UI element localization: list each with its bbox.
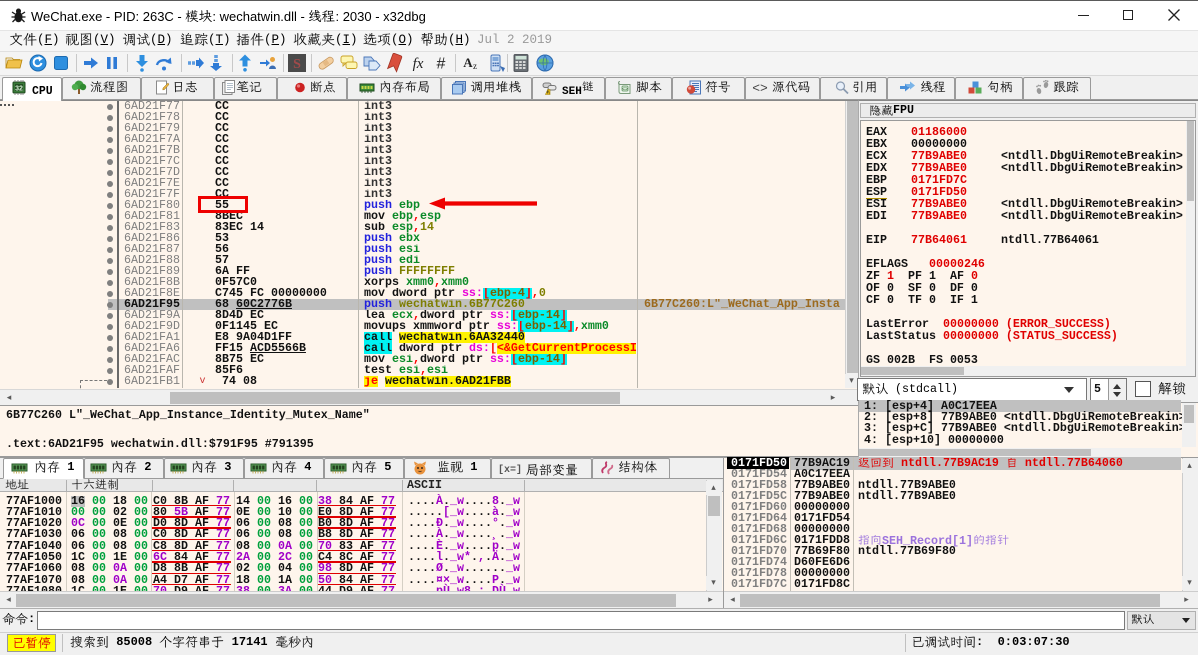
svg-text:fx: fx xyxy=(413,56,424,72)
svg-text:<>: <> xyxy=(752,81,768,95)
svg-text:z: z xyxy=(473,61,477,71)
svg-text:<>: <> xyxy=(622,85,629,92)
svg-text:S: S xyxy=(293,57,301,72)
svg-text:32: 32 xyxy=(15,86,23,93)
svg-text:#: # xyxy=(437,56,446,73)
svg-text:A: A xyxy=(463,55,473,70)
